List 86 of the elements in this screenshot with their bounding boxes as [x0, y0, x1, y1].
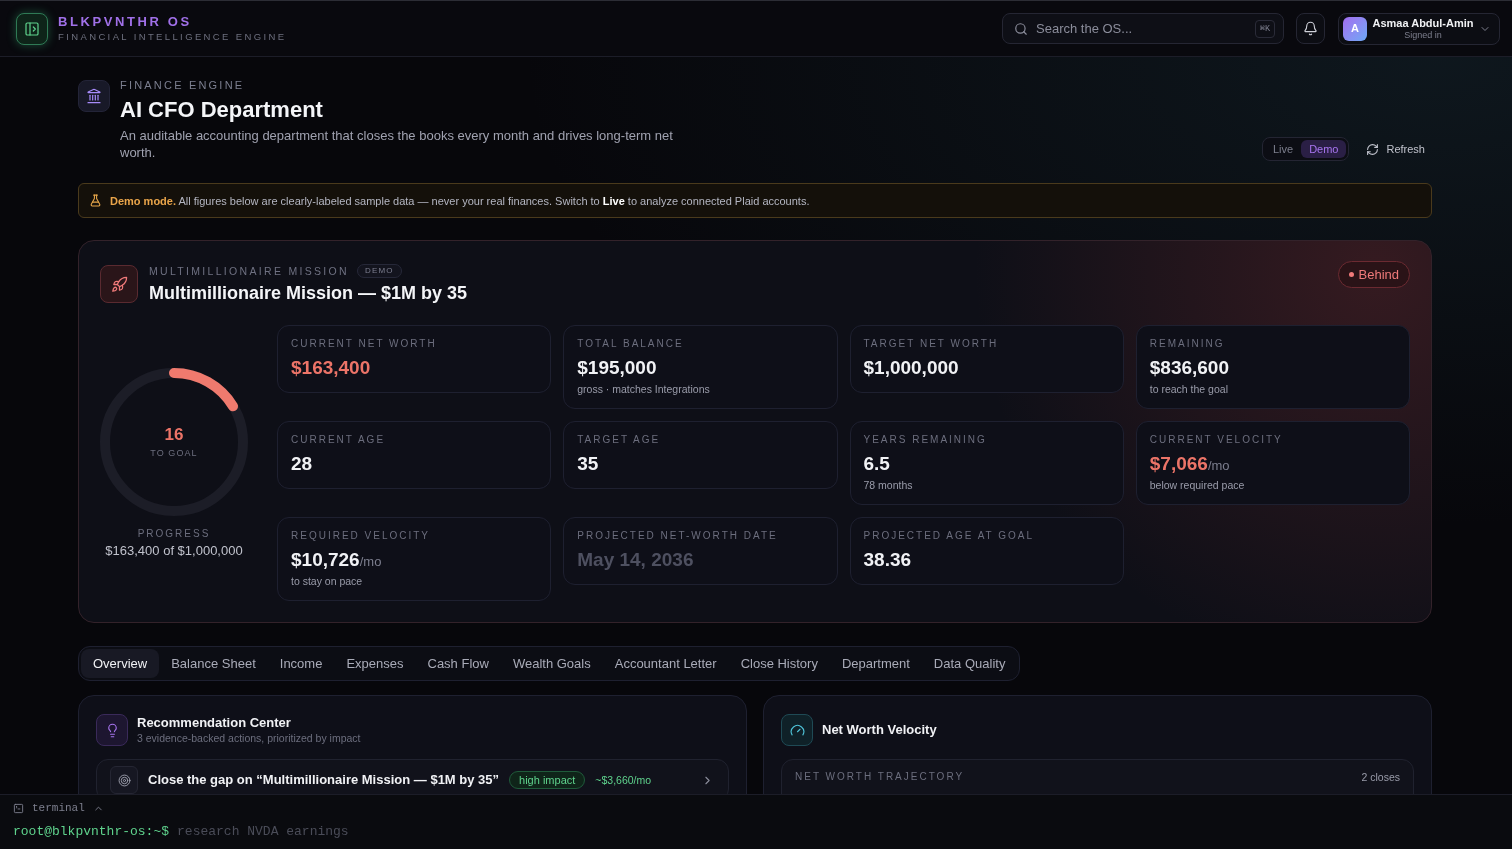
stat-note: 78 months — [863, 478, 914, 492]
search-input[interactable]: Search the OS... — [1036, 18, 1247, 39]
panel-title: Recommendation Center — [137, 715, 292, 731]
shortcut-key: ⌘K — [1254, 19, 1275, 38]
stat-value: 38.36 — [863, 548, 913, 572]
flask-icon — [89, 194, 102, 207]
refresh-icon — [1366, 142, 1380, 156]
impact-badge: high impact — [509, 771, 586, 789]
stat-label: YEARS REMAINING — [863, 433, 988, 447]
stat-label: REMAINING — [1149, 337, 1226, 351]
mode-tab[interactable]: Live — [1264, 140, 1302, 158]
recommendation-title: Close the gap on “Multimillionaire Mission — $1M by 35” — [148, 772, 500, 788]
stat-label: CURRENT NET WORTH — [291, 337, 438, 351]
stat-label: TOTAL BALANCE — [577, 337, 685, 351]
brand-name: BLKPVNTHR OS — [58, 14, 193, 30]
chart-heading: NET WORTH TRAJECTORY — [795, 770, 965, 784]
mission-title: Multimillionaire Mission — $1M by 35 — [149, 282, 468, 304]
stat-value: $10,726/mo — [291, 548, 383, 572]
refresh-button[interactable]: Refresh — [1359, 137, 1432, 161]
target-icon — [110, 766, 138, 794]
user-name: Asmaa Abdul-Amin — [1372, 16, 1474, 30]
panel-subtitle: 3 evidence-backed actions, prioritized by impact — [137, 731, 361, 745]
stat-value: May 14, 2036 — [577, 548, 695, 572]
section-tab[interactable]: Close History — [728, 649, 830, 678]
lightbulb-icon — [96, 714, 128, 746]
user-avatar: A — [1343, 16, 1367, 41]
progress-percent: 16 — [164, 425, 184, 445]
section-tab[interactable]: Income — [267, 649, 335, 678]
stat-value: 6.5 — [863, 452, 891, 476]
terminal-panel[interactable]: terminal root@blkpvnthr-os:~$ research NVDA earnings — [0, 794, 1512, 849]
landmark-icon — [78, 80, 110, 112]
section-tab[interactable]: Expenses — [334, 649, 416, 678]
stat-label: TARGET NET WORTH — [863, 337, 1000, 351]
terminal-icon — [13, 802, 24, 814]
brand-tagline: FINANCIAL INTELLIGENCE ENGINE — [58, 30, 287, 43]
recommendation-row[interactable]: Close the gap on “Multimillionaire Mission — $1M by 35” high impact ~$3,660/mo — [96, 759, 729, 794]
panel-title: Net Worth Velocity — [822, 722, 937, 738]
mission-eyebrow: MULTIMILLIONAIRE MISSION — [149, 264, 349, 278]
section-tab[interactable]: Balance Sheet — [159, 649, 268, 678]
section-tab[interactable]: Data Quality — [921, 649, 1018, 678]
stat-value: 28 — [291, 452, 314, 476]
stat-note: to reach the goal — [1149, 382, 1229, 396]
notifications-button[interactable] — [1296, 13, 1325, 44]
mode-tab[interactable]: Demo — [1301, 140, 1347, 158]
stat-value: $195,000 — [577, 356, 658, 380]
page-title: AI CFO Department — [120, 96, 324, 124]
search-icon — [1014, 21, 1028, 36]
status-label: Behind — [1358, 266, 1399, 283]
progress-label: PROGRESS — [137, 527, 211, 541]
stat-label: PROJECTED NET-WORTH DATE — [577, 529, 779, 543]
section-tab[interactable]: Department — [829, 649, 922, 678]
stat-value: 35 — [577, 452, 600, 476]
terminal-prompt: root@blkpvnthr-os:~$ — [13, 823, 170, 841]
stat-label: REQUIRED VELOCITY — [291, 529, 432, 543]
stat-note: to stay on pace — [291, 574, 364, 588]
stat-label: CURRENT AGE — [291, 433, 387, 447]
terminal-title: terminal — [32, 801, 85, 815]
stat-label: PROJECTED AGE AT GOAL — [863, 529, 1036, 543]
stat-value: $1,000,000 — [863, 356, 960, 380]
stat-note: below required pace — [1149, 478, 1246, 492]
search-field[interactable]: Search the OS... ⌘K — [1002, 13, 1284, 44]
progress-caption: TO GOAL — [150, 447, 198, 459]
close-count: 2 closes — [1361, 770, 1400, 784]
section-tab[interactable]: Cash Flow — [415, 649, 501, 678]
command-input[interactable]: research NVDA earnings — [177, 823, 1499, 841]
section-tab[interactable]: Accountant Letter — [602, 649, 729, 678]
stat-value: $836,600 — [1149, 356, 1230, 380]
bell-icon — [1303, 21, 1318, 36]
panel-toggle-icon[interactable] — [16, 12, 48, 45]
stat-value: $7,066/mo — [1149, 452, 1231, 476]
user-menu-button[interactable]: A Asmaa Abdul-Amin Signed in — [1338, 12, 1500, 45]
stat-value: $163,400 — [291, 356, 372, 380]
section-tab[interactable]: Wealth Goals — [500, 649, 603, 678]
progress-detail: $163,400 of $1,000,000 — [105, 543, 243, 559]
stat-label: TARGET AGE — [577, 433, 662, 447]
page-eyebrow: FINANCE ENGINE — [120, 78, 246, 92]
demo-tag: DEMO — [356, 264, 402, 278]
section-tab[interactable]: Overview — [81, 649, 160, 678]
impact-amount: ~$3,660/mo — [595, 773, 652, 787]
gauge-icon — [781, 714, 813, 746]
page-description: An auditable accounting department that closes the books every month and drives long-term net worth. — [120, 127, 674, 161]
rocket-icon — [100, 265, 138, 303]
stat-note: gross · matches Integrations — [577, 382, 711, 396]
user-status: Signed in — [1404, 29, 1442, 41]
banner-text: Demo mode. All figures below are clearly-labeled sample data — never your real finances. Switch to Live to analyze connected Plaid accounts. — [110, 193, 810, 208]
stat-label: CURRENT VELOCITY — [1149, 433, 1284, 447]
